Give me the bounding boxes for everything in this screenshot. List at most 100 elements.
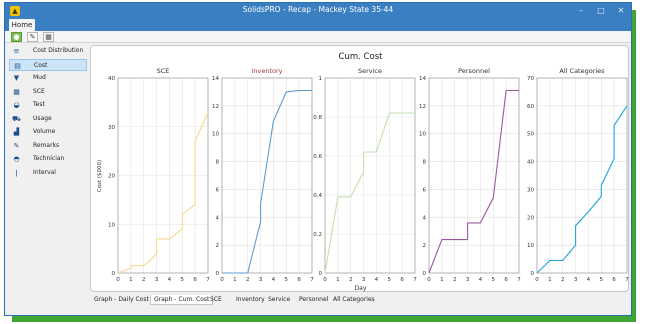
x-tick-label: 7 <box>625 277 629 283</box>
sidebar-item-test[interactable]: ◒ Test <box>9 99 87 111</box>
sidebar-item-label: Technician <box>33 155 65 162</box>
sidebar-item-cost-distribution[interactable]: ≡ Cost Distribution <box>9 45 87 57</box>
x-tick-label: 0 <box>116 277 120 283</box>
bottom-tab-inventory[interactable]: Inventory <box>236 295 265 305</box>
cost-distribution-icon: ≡ <box>13 47 20 55</box>
x-tick-label: 0 <box>535 277 539 283</box>
sidebar-item-cost[interactable]: ▤ Cost <box>9 58 87 71</box>
x-tick-label: 7 <box>413 277 417 283</box>
x-tick-label: 5 <box>388 277 392 283</box>
minimize-button[interactable]: – <box>573 5 589 17</box>
x-tick-label: 2 <box>246 277 250 283</box>
settings-icon[interactable]: ✎ <box>27 32 38 42</box>
bottom-tab-personnel[interactable]: Personnel <box>299 295 328 305</box>
sidebar-item-technician[interactable]: ◓ Technician <box>9 153 87 165</box>
y-tick-label: 0 <box>319 271 323 277</box>
app-window: ▲ SolidsPRO - Recap - Mackey State 35-44… <box>4 2 632 316</box>
sidebar-item-label: Interval <box>33 168 56 176</box>
x-tick-label: 5 <box>181 277 185 283</box>
series-line-personnel <box>428 89 519 274</box>
x-tick-label: 3 <box>574 277 578 283</box>
x-tick-label: 4 <box>479 277 483 283</box>
y-tick-label: 4 <box>423 215 427 221</box>
x-tick-label: 6 <box>193 277 197 283</box>
plot-frame <box>536 77 628 274</box>
maximize-button[interactable]: □ <box>593 5 609 17</box>
panel-title: All Categories <box>559 67 605 75</box>
sidebar-item-volume[interactable]: ▟ Volume <box>9 126 87 138</box>
sidebar-item-label: Cost Distribution <box>33 47 84 54</box>
ribbon-tab-strip: Home <box>5 19 631 31</box>
x-tick-label: 4 <box>375 277 379 283</box>
bottom-tab-graph-cum-cost[interactable]: Graph - Cum. Cost <box>150 295 214 305</box>
y-tick-label: 40 <box>527 160 534 166</box>
bottom-tab-all-categories[interactable]: All Categories <box>333 295 375 305</box>
x-tick-label: 1 <box>336 277 340 283</box>
sidebar: ≡ Cost Distribution ▤ Cost ▼ Mud ▦ SCE ◒ Test ⛟ Usa… <box>9 45 87 177</box>
bottom-tab-service[interactable]: Service <box>268 295 290 305</box>
x-tick-label: 1 <box>440 277 444 283</box>
panel-title: Service <box>358 67 382 75</box>
test-icon: ◒ <box>13 101 20 109</box>
x-tick-label: 0 <box>323 277 327 283</box>
window-title: SolidsPRO - Recap - Mackey State 35-44 <box>242 5 394 14</box>
x-tick-label: 3 <box>259 277 263 283</box>
y-tick-label: 12 <box>212 104 219 110</box>
x-tick-label: 1 <box>548 277 552 283</box>
sidebar-item-interval[interactable]: ǀ Interval <box>9 167 87 179</box>
bottom-tab-sce[interactable]: SCE <box>210 295 222 305</box>
sidebar-item-sce[interactable]: ▦ SCE <box>9 86 87 98</box>
panel-title: SCE <box>157 67 170 75</box>
y-tick-label: 10 <box>108 222 115 228</box>
interval-icon: ǀ <box>15 168 18 177</box>
grid-icon[interactable]: ▦ <box>43 32 54 42</box>
plot-frame <box>428 77 520 274</box>
x-tick-label: 6 <box>504 277 508 283</box>
y-tick-label: 2 <box>216 243 220 249</box>
tab-home[interactable]: Home <box>9 19 35 31</box>
x-tick-label: 6 <box>297 277 301 283</box>
series-line-inventory <box>222 89 312 274</box>
y-tick-label: 0 <box>112 271 116 277</box>
y-tick-label: 0 <box>216 271 220 277</box>
sidebar-item-label: SCE <box>33 87 45 95</box>
y-tick-label: 40 <box>108 76 115 82</box>
y-tick-label: 20 <box>108 174 115 180</box>
x-tick-label: 3 <box>155 277 159 283</box>
refresh-icon[interactable]: ● <box>11 32 22 42</box>
x-tick-label: 1 <box>129 277 133 283</box>
x-tick-label: 5 <box>600 277 604 283</box>
panel-title: Personnel <box>458 67 490 75</box>
sidebar-item-label: Remarks <box>33 141 60 149</box>
sidebar-item-usage[interactable]: ⛟ Usage <box>9 113 87 125</box>
sidebar-item-remarks[interactable]: ✎ Remarks <box>9 140 87 152</box>
sidebar-item-label: Mud <box>33 74 46 81</box>
x-tick-label: 7 <box>310 277 314 283</box>
sidebar-item-label: Usage <box>33 114 52 122</box>
y-tick-label: 10 <box>527 243 534 249</box>
x-tick-label: 6 <box>612 277 616 283</box>
bottom-tab-graph-daily-cost[interactable]: Graph - Daily Cost <box>94 295 149 305</box>
y-tick-label: 10 <box>212 132 219 138</box>
volume-icon: ▟ <box>13 128 20 136</box>
y-tick-label: 30 <box>527 187 534 193</box>
sidebar-item-label: Cost <box>34 61 48 69</box>
bottom-tab-strip: Graph - Daily Cost Graph - Cum. Cost SCE In… <box>90 295 490 305</box>
sidebar-item-mud[interactable]: ▼ Mud <box>9 72 87 84</box>
y-tick-label: 50 <box>527 132 534 138</box>
cost-icon: ▤ <box>14 61 21 70</box>
plot-frame <box>221 77 313 274</box>
remarks-icon: ✎ <box>13 141 20 150</box>
chart-panel: Cum. Cost SCE 0 1 2 3 4 5 6 7 0 10 20 30 40 Inventory 0 1… <box>90 45 629 292</box>
x-tick-label: 0 <box>427 277 431 283</box>
x-tick-label: 2 <box>453 277 457 283</box>
y-tick-label: 0 <box>531 271 535 277</box>
y-tick-label: 10 <box>419 132 426 138</box>
x-tick-label: 6 <box>400 277 404 283</box>
technician-icon: ◓ <box>13 155 20 163</box>
title-bar[interactable]: ▲ SolidsPRO - Recap - Mackey State 35-44… <box>5 3 631 19</box>
y-tick-label: 20 <box>527 215 534 221</box>
close-button[interactable]: ✕ <box>613 5 629 17</box>
y-tick-label: 8 <box>216 160 220 166</box>
y-tick-label: 30 <box>108 125 115 131</box>
